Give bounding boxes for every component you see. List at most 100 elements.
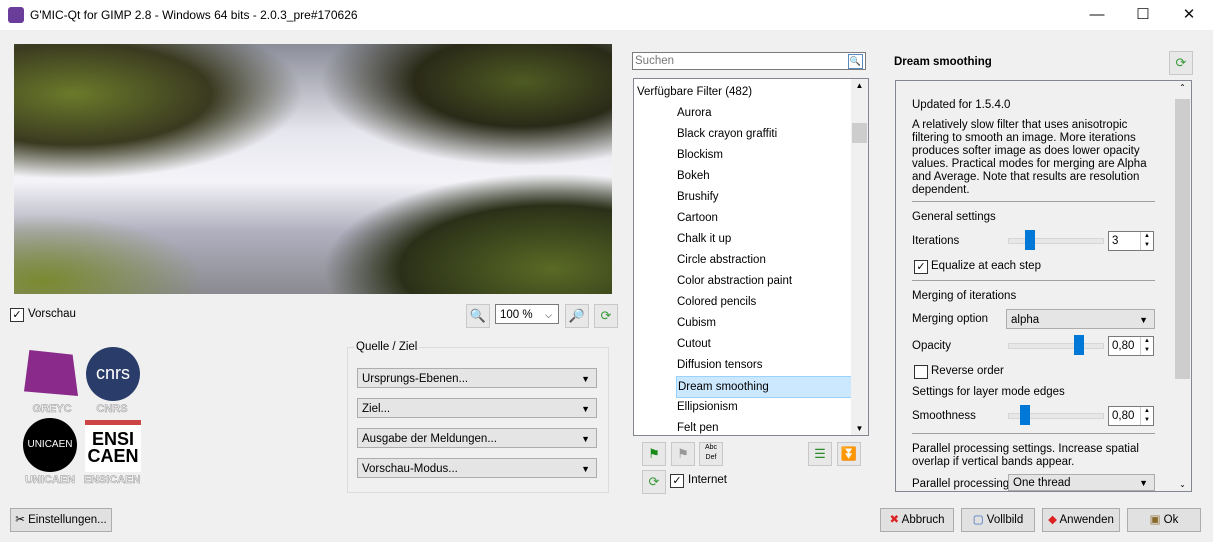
filter-tree: Verfügbare Filter (482) Aurora Black cray… [633,78,869,436]
greyc-logo [24,350,78,396]
filter-item[interactable]: Cartoon [676,208,851,228]
iterations-slider[interactable] [1008,238,1104,244]
close-button[interactable]: ✕ [1166,0,1212,30]
search-icon[interactable]: 🔍 [848,54,863,69]
filter-item[interactable]: Circle abstraction [676,250,851,270]
smoothness-slider-thumb[interactable] [1020,405,1030,425]
dropdown-arrow-icon: ▼ [1139,315,1148,325]
parallel-processing-select[interactable]: One thread ▼ [1008,474,1155,491]
fullscreen-button[interactable]: ▢ Vollbild [961,508,1035,532]
dropdown-arrow-icon: ▼ [581,434,590,444]
smoothness-label: Smoothness [912,410,976,422]
filter-item[interactable]: Black crayon graffiti [676,124,851,144]
reverse-order-label: Reverse order [931,365,1004,377]
unicaen-label: UNICAEN [24,474,76,487]
merging-option-value: alpha [1011,314,1040,326]
cnrs-label: CNRS [96,403,128,416]
dropdown-arrow-icon: ▼ [581,464,590,474]
zoom-in-icon[interactable]: 🔎 [565,304,589,328]
filter-item[interactable]: Colored pencils [676,292,851,312]
preview-mode-select[interactable]: Vorschau-Modus... ▼ [357,458,597,478]
description-text: A relatively slow filter that uses aniso… [912,119,1147,196]
cancel-button[interactable]: ✖ Abbruch [880,508,954,532]
input-layers-value: Ursprungs-Ebenen... [362,373,469,385]
input-layers-select[interactable]: Ursprungs-Ebenen... ▼ [357,368,597,388]
search-placeholder: Suchen [635,55,675,67]
preview-checkbox[interactable]: ✓ [10,308,24,322]
merging-option-label: Merging option [912,313,989,325]
opacity-label: Opacity [912,340,951,352]
opacity-value: 0,80 [1112,340,1135,352]
filter-item[interactable]: Aurora [676,103,851,123]
apply-icon: ◆ [1048,514,1060,526]
filter-item[interactable]: Diffusion tensors [676,355,851,375]
filter-item[interactable]: Ellipsionism [676,397,851,417]
cnrs-logo: cnrs [86,347,140,401]
filter-item[interactable]: Felt pen [676,418,851,438]
ok-icon: ▣ [1149,514,1164,526]
preview-image[interactable] [14,44,612,294]
rename-favorite-icon[interactable]: Abc Def [699,442,723,466]
add-favorite-icon[interactable]: ⚑ [642,442,666,466]
remove-favorite-icon[interactable]: ⚑ [671,442,695,466]
filter-title: Dream smoothing [894,56,992,68]
fullscreen-icon: ▢ [972,514,987,526]
equalize-checkbox[interactable]: ✓ [914,260,928,274]
opacity-slider-thumb[interactable] [1074,335,1084,355]
ok-button[interactable]: ▣ Ok [1127,508,1201,532]
reset-params-icon[interactable]: ⟳ [1169,51,1193,75]
filter-parameters-panel: Updated for 1.5.4.0 A relatively slow fi… [895,80,1192,492]
update-filters-icon[interactable]: ⟳ [642,470,666,494]
output-select[interactable]: Ziel... ▼ [357,398,597,418]
filter-item[interactable]: Cutout [676,334,851,354]
iterations-slider-thumb[interactable] [1025,230,1035,250]
filter-item[interactable]: Chalk it up [676,229,851,249]
greyc-label: GREYC [32,403,72,416]
opacity-spinbox[interactable]: 0,80 ▲ ▼ [1108,336,1154,356]
search-input[interactable]: Suchen 🔍 [632,52,866,70]
zoom-out-icon[interactable]: 🔍 [466,304,490,328]
parameters-scrollbar[interactable]: ⌃ ⌄ [1174,81,1191,491]
filter-item[interactable]: Cubism [676,313,851,333]
apply-button[interactable]: ◆ Anwenden [1042,508,1120,532]
settings-label: Einstellungen... [28,514,107,526]
zoom-select[interactable]: 100 % ⌵ [495,304,559,324]
filter-list-scrollbar[interactable]: ▲ ▼ [851,79,868,435]
title-bar: G'MIC-Qt for GIMP 2.8 - Windows 64 bits … [0,0,1213,30]
app-icon [8,7,24,23]
output-value: Ziel... [362,403,391,415]
apply-label: Anwenden [1059,514,1114,526]
edges-heading: Settings for layer mode edges [912,386,1065,398]
parallel-processing-label: Parallel processing [912,478,1010,490]
refresh-icon[interactable]: ⟳ [594,304,618,328]
messages-value: Ausgabe der Meldungen... [362,433,497,445]
minimize-button[interactable]: — [1074,0,1120,30]
tools-icon: ✂ [15,514,29,526]
iterations-value: 3 [1112,235,1119,247]
parallel-processing-value: One thread [1013,477,1071,489]
smoothness-spinbox[interactable]: 0,80 ▲ ▼ [1108,406,1154,426]
cancel-icon: ✖ [889,514,902,526]
reverse-order-checkbox[interactable] [914,365,928,379]
maximize-button[interactable]: ☐ [1120,0,1166,30]
filter-item[interactable]: Brushify [676,187,851,207]
filter-item[interactable]: Bokeh [676,166,851,186]
messages-select[interactable]: Ausgabe der Meldungen... ▼ [357,428,597,448]
general-settings-heading: General settings [912,211,996,223]
dropdown-arrow-icon: ▼ [1139,478,1148,488]
filter-category-header[interactable]: Verfügbare Filter (482) [637,82,752,102]
filter-item[interactable]: Dream smoothing [676,376,853,398]
iterations-spinbox[interactable]: 3 ▲ ▼ [1108,231,1154,251]
ensicaen-label: ENSICAEN [83,474,141,487]
expand-all-icon[interactable]: ⏬ [837,442,861,466]
internet-checkbox[interactable]: ✓ [670,474,684,488]
filter-item[interactable]: Color abstraction paint [676,271,851,291]
settings-button[interactable]: ✂ Einstellungen... [10,508,112,532]
equalize-label: Equalize at each step [931,260,1041,272]
filter-item[interactable]: Blockism [676,145,851,165]
chevron-down-icon: ⌵ [545,310,552,320]
select-filters-icon[interactable]: ☰ [808,442,832,466]
opacity-slider[interactable] [1008,343,1104,349]
abc-label: Abc Def [704,444,718,461]
merging-option-select[interactable]: alpha ▼ [1006,309,1155,329]
